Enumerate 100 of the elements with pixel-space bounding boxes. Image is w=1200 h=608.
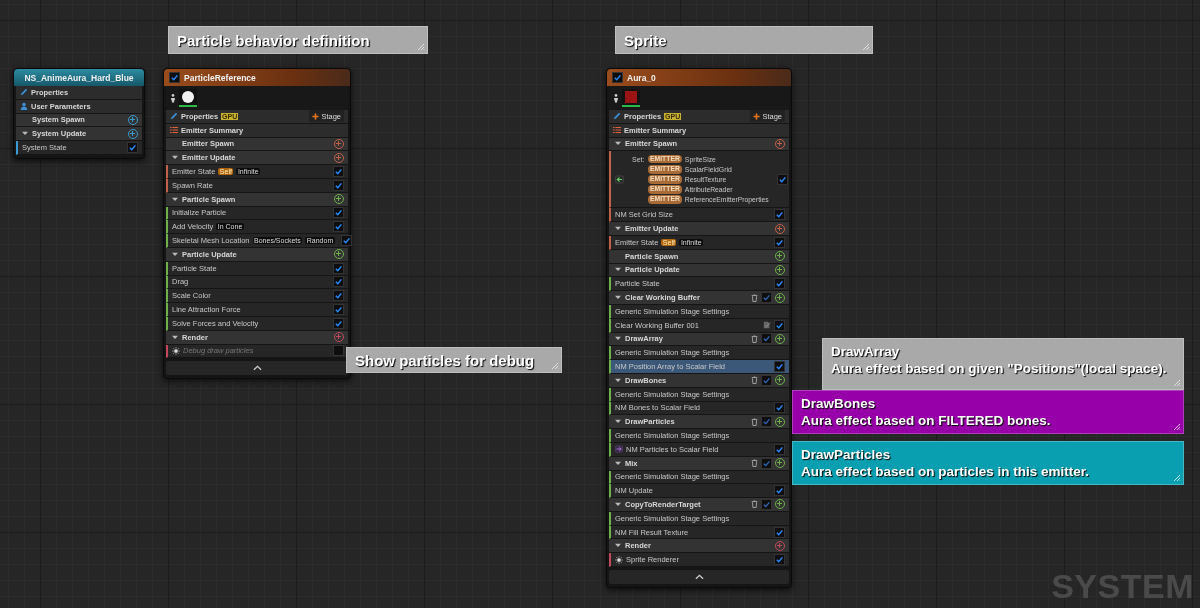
checkbox[interactable] <box>761 374 772 386</box>
add-icon[interactable] <box>334 152 344 163</box>
checkbox[interactable] <box>774 402 785 414</box>
resize-handle-icon[interactable] <box>1173 379 1181 387</box>
checkbox[interactable] <box>761 457 772 469</box>
comment-text: Aura effect based on FILTERED bones. <box>801 412 1052 429</box>
plus-icon <box>753 112 761 120</box>
pencil-icon <box>170 112 178 121</box>
person-icon[interactable] <box>613 93 619 103</box>
checkbox[interactable] <box>774 278 785 290</box>
sun-icon <box>615 555 623 564</box>
trash-icon[interactable] <box>751 376 758 385</box>
add-icon[interactable] <box>775 540 785 551</box>
trash-icon[interactable] <box>751 293 758 302</box>
pencil-icon <box>613 112 621 121</box>
node-card[interactable] <box>163 68 351 380</box>
add-icon[interactable] <box>775 139 785 149</box>
list-icon <box>613 126 621 135</box>
checkbox[interactable] <box>333 290 344 302</box>
checkbox[interactable] <box>761 292 772 304</box>
caret-icon[interactable] <box>614 377 621 383</box>
add-icon[interactable] <box>775 264 785 275</box>
checkbox[interactable] <box>774 443 785 455</box>
person-icon <box>20 102 28 111</box>
checkbox[interactable] <box>774 319 785 331</box>
checkbox[interactable] <box>774 236 785 248</box>
sun-icon <box>172 346 180 355</box>
add-icon[interactable] <box>334 139 344 149</box>
comment-title: Particle behavior definition <box>177 31 371 49</box>
checkbox[interactable] <box>761 416 772 428</box>
caret-icon[interactable] <box>614 502 621 507</box>
caret-icon[interactable] <box>171 155 178 161</box>
resize-handle-icon[interactable] <box>862 43 870 51</box>
trash-icon[interactable] <box>751 500 758 509</box>
pencil-icon <box>20 88 28 97</box>
arrow-icon <box>615 445 623 454</box>
comment-title: DrawBones <box>801 395 877 412</box>
checkbox[interactable] <box>340 235 352 247</box>
add-icon[interactable] <box>775 223 785 234</box>
node-card[interactable] <box>606 68 792 589</box>
checkbox[interactable] <box>774 361 785 372</box>
comment-title: DrawArray <box>831 343 901 360</box>
resize-handle-icon[interactable] <box>1173 474 1181 482</box>
caret-icon[interactable] <box>614 336 621 342</box>
node-title: NS_AnimeAura_Hard_Blue <box>24 72 134 83</box>
resize-handle-icon[interactable] <box>417 43 425 51</box>
caret-icon[interactable] <box>614 295 621 301</box>
checkbox[interactable] <box>774 485 785 497</box>
node-title: ParticleReference <box>184 72 256 83</box>
add-icon[interactable] <box>128 115 138 125</box>
caret-icon[interactable] <box>614 543 621 549</box>
add-icon[interactable] <box>775 416 785 427</box>
checkbox[interactable] <box>774 209 785 221</box>
arrow-icon <box>615 174 624 184</box>
caret-icon[interactable] <box>614 226 621 232</box>
chevron-up-icon <box>252 365 262 372</box>
checkbox[interactable] <box>774 526 785 538</box>
caret-icon[interactable] <box>614 419 621 425</box>
checkbox[interactable] <box>333 317 344 329</box>
caret-icon[interactable] <box>21 131 28 137</box>
add-icon[interactable] <box>775 292 785 303</box>
checkbox[interactable] <box>776 173 788 185</box>
checkbox[interactable] <box>333 179 344 191</box>
caret-icon[interactable] <box>614 141 621 147</box>
add-icon[interactable] <box>775 333 785 344</box>
checkbox[interactable] <box>612 72 623 83</box>
checkbox[interactable] <box>333 345 344 357</box>
plus-icon <box>312 112 320 120</box>
document-icon <box>763 321 771 330</box>
checkbox[interactable] <box>169 72 180 83</box>
node-title: Aura_0 <box>627 72 656 83</box>
thumbnail[interactable] <box>179 89 197 107</box>
list-icon <box>170 126 178 135</box>
checkbox[interactable] <box>333 262 344 274</box>
checkbox[interactable] <box>761 499 772 510</box>
checkbox[interactable] <box>761 333 772 345</box>
caret-icon[interactable] <box>614 460 621 466</box>
person-icon[interactable] <box>170 93 176 103</box>
caret-icon[interactable] <box>614 267 621 273</box>
checkbox[interactable] <box>127 142 138 154</box>
comment-text: Aura effect based on particles in this emitter. <box>801 463 1091 480</box>
checkbox[interactable] <box>333 276 344 288</box>
caret-icon[interactable] <box>171 196 178 202</box>
caret-icon[interactable] <box>171 251 178 257</box>
comment-title: Sprite <box>624 31 668 49</box>
checkbox[interactable] <box>774 554 785 566</box>
caret-icon[interactable] <box>171 334 178 340</box>
trash-icon[interactable] <box>751 459 758 468</box>
trash-icon[interactable] <box>751 334 758 343</box>
add-icon[interactable] <box>128 128 138 139</box>
resize-handle-icon[interactable] <box>551 362 559 370</box>
checkbox[interactable] <box>333 304 344 316</box>
checkbox[interactable] <box>333 166 344 178</box>
trash-icon[interactable] <box>751 417 758 426</box>
checkbox[interactable] <box>333 221 344 233</box>
thumbnail[interactable] <box>622 89 640 107</box>
comment-title: DrawParticles <box>801 446 892 463</box>
resize-handle-icon[interactable] <box>1173 423 1181 431</box>
checkbox[interactable] <box>333 207 344 219</box>
comment-title: Show particles for debug <box>355 351 536 369</box>
